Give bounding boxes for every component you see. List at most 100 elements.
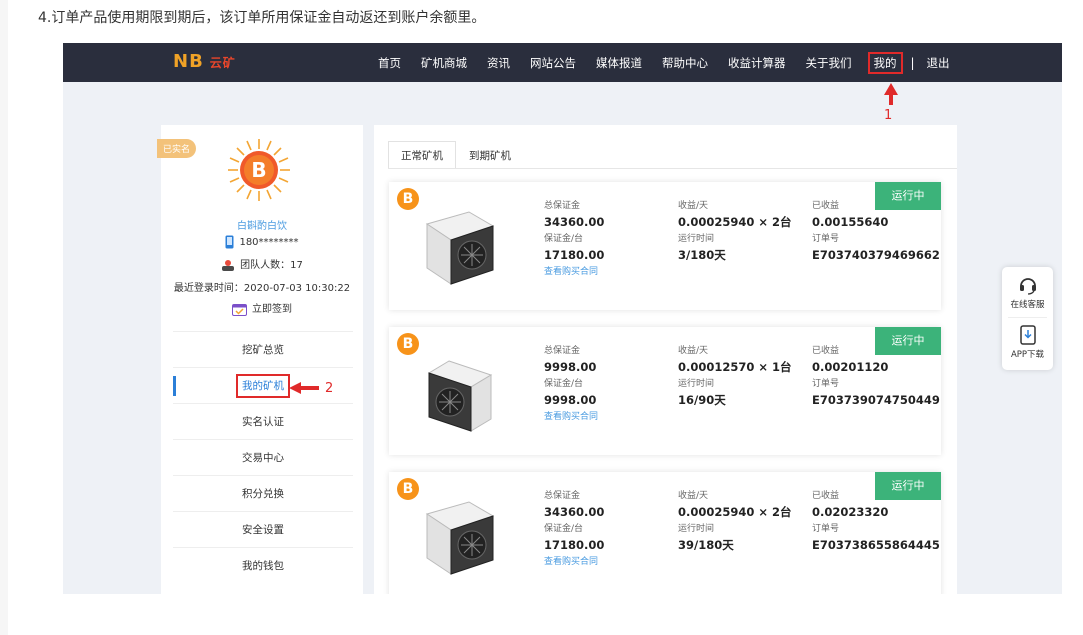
order-no-value: E703738655864445 xyxy=(812,538,940,552)
sidebar-item-label: 我的矿机 xyxy=(236,374,290,398)
order-no-label: 订单号 xyxy=(812,379,840,389)
headset-icon xyxy=(1019,278,1036,295)
daily-income-label: 收益/天 xyxy=(678,346,709,356)
sidebar-item-label: 挖矿总览 xyxy=(242,344,284,356)
sidebar-item-label: 积分兑换 xyxy=(242,488,284,500)
nav-news[interactable]: 资讯 xyxy=(483,53,514,73)
deposit-column: 总保证金 34360.00 保证金/台 17180.00 查看购买合同 xyxy=(544,200,684,278)
order-card: B 运行中 总保证金 34360.00 保证金/台 17180.00 查看购买合… xyxy=(389,182,941,310)
sidebar-item-overview[interactable]: 挖矿总览 xyxy=(173,331,353,367)
annotation-marker-1: 1 xyxy=(884,108,893,123)
run-time-value: 16/90天 xyxy=(678,393,726,407)
deposit-column: 总保证金 34360.00 保证金/台 17180.00 查看购买合同 xyxy=(544,490,684,568)
nav-announcements[interactable]: 网站公告 xyxy=(526,53,580,73)
online-service-label: 在线客服 xyxy=(1010,300,1045,310)
order-card: B 运行中 总保证金 9998.00 保证金/台 9998.00 查看购买合同 … xyxy=(389,327,941,455)
team-row: 团队人数：17 xyxy=(161,256,363,271)
earned-column: 已收益 0.00155640 订单号 E703740379469662 xyxy=(812,200,952,266)
nav-menu: 首页 矿机商城 资讯 网站公告 媒体报道 帮助中心 收益计算器 关于我们 我的 … xyxy=(368,43,960,82)
asic-miner-image xyxy=(427,360,493,432)
income-column: 收益/天 0.00025940 × 2台 运行时间 39/180天 xyxy=(678,490,818,556)
bitcoin-sun-avatar-icon: B xyxy=(228,139,290,201)
bitcoin-icon: B xyxy=(397,478,419,500)
nav-about[interactable]: 关于我们 xyxy=(802,53,856,73)
app-download-button[interactable]: APP下载 xyxy=(1002,325,1053,360)
tab-expired-miners[interactable]: 到期矿机 xyxy=(456,141,524,169)
earned-value: 0.02023320 xyxy=(812,505,889,519)
nav-logout[interactable]: 退出 xyxy=(923,53,954,73)
order-no-value: E703740379469662 xyxy=(812,248,940,262)
miner-tabs: 正常矿机 到期矿机 xyxy=(388,141,524,169)
site-logo[interactable]: NB 云矿 xyxy=(173,51,236,72)
sidebar-item-points[interactable]: 积分兑换 xyxy=(173,475,353,511)
verified-badge: 已实名 xyxy=(157,139,197,158)
total-deposit-value: 34360.00 xyxy=(544,505,605,519)
nav-media[interactable]: 媒体报道 xyxy=(592,53,646,73)
earned-value: 0.00155640 xyxy=(812,215,889,229)
online-service-button[interactable]: 在线客服 xyxy=(1002,275,1053,310)
top-nav: NB 云矿 首页 矿机商城 资讯 网站公告 媒体报道 帮助中心 收益计算器 关于我… xyxy=(63,43,1062,82)
nav-home[interactable]: 首页 xyxy=(374,53,405,73)
total-deposit-label: 总保证金 xyxy=(544,346,581,356)
phone-icon xyxy=(225,235,234,249)
total-deposit-label: 总保证金 xyxy=(544,201,581,211)
income-column: 收益/天 0.00025940 × 2台 运行时间 3/180天 xyxy=(678,200,818,266)
deposit-per-unit-value: 9998.00 xyxy=(544,393,597,407)
run-time-value: 39/180天 xyxy=(678,538,734,552)
deposit-per-unit-value: 17180.00 xyxy=(544,248,605,262)
daily-income-label: 收益/天 xyxy=(678,491,709,501)
total-deposit-label: 总保证金 xyxy=(544,491,581,501)
team-count: 团队人数：17 xyxy=(240,260,303,271)
run-time-value: 3/180天 xyxy=(678,248,726,262)
earned-value: 0.00201120 xyxy=(812,360,889,374)
tab-normal-miners[interactable]: 正常矿机 xyxy=(388,141,456,169)
sidebar-item-label: 安全设置 xyxy=(242,524,284,536)
logo-main: NB xyxy=(173,51,204,72)
order-no-label: 订单号 xyxy=(812,234,840,244)
last-login: 最近登录时间：2020-07-03 10:30:22 xyxy=(173,283,351,294)
user-name: 白斟酌白饮 xyxy=(237,221,287,232)
sidebar-item-trade[interactable]: 交易中心 xyxy=(173,439,353,475)
sidebar-item-label: 我的钱包 xyxy=(242,560,284,572)
view-contract-link[interactable]: 查看购买合同 xyxy=(544,556,684,568)
page-left-strip xyxy=(0,0,8,635)
view-contract-link[interactable]: 查看购买合同 xyxy=(544,411,684,423)
app-download-label: APP下载 xyxy=(1010,350,1045,360)
instruction-caption: 4.订单产品使用期限到期后，该订单所用保证金自动返还到账户余额里。 xyxy=(38,10,486,26)
floating-service-widget: 在线客服 APP下载 xyxy=(1002,267,1053,370)
annotation-marker-2: 2 xyxy=(325,381,334,396)
website-screenshot: NB 云矿 首页 矿机商城 资讯 网站公告 媒体报道 帮助中心 收益计算器 关于我… xyxy=(63,43,1062,594)
deposit-column: 总保证金 9998.00 保证金/台 9998.00 查看购买合同 xyxy=(544,345,684,423)
order-no-value: E703739074750449 xyxy=(812,393,940,407)
sidebar-item-verification[interactable]: 实名认证 xyxy=(173,403,353,439)
run-time-label: 运行时间 xyxy=(678,524,715,534)
svg-text:B: B xyxy=(251,158,266,182)
nav-miner-shop[interactable]: 矿机商城 xyxy=(417,53,471,73)
tab-divider xyxy=(388,168,957,169)
miners-panel: 正常矿机 到期矿机 B 运行中 总保证金 34360.00 保证金/台 1718… xyxy=(374,125,957,594)
daily-income-value: 0.00012570 × 1台 xyxy=(678,360,792,374)
view-contract-link[interactable]: 查看购买合同 xyxy=(544,266,684,278)
earned-label: 已收益 xyxy=(812,201,840,211)
earned-label: 已收益 xyxy=(812,346,840,356)
nav-calculator[interactable]: 收益计算器 xyxy=(724,53,790,73)
annotation-arrow-left-icon xyxy=(289,382,319,394)
checkin-button[interactable]: 立即签到 xyxy=(252,304,292,315)
order-card: B 运行中 总保证金 34360.00 保证金/台 17180.00 查看购买合… xyxy=(389,472,941,594)
deposit-per-unit-label: 保证金/台 xyxy=(544,524,584,534)
daily-income-value: 0.00025940 × 2台 xyxy=(678,505,792,519)
nav-help[interactable]: 帮助中心 xyxy=(658,53,712,73)
sidebar-item-label: 交易中心 xyxy=(242,452,284,464)
active-indicator xyxy=(173,376,176,396)
nav-mine[interactable]: 我的 xyxy=(867,51,903,74)
sidebar-item-security[interactable]: 安全设置 xyxy=(173,511,353,547)
total-deposit-value: 9998.00 xyxy=(544,360,597,374)
nav-separator: | xyxy=(910,55,915,70)
sidebar-menu: 挖矿总览 我的矿机 实名认证 交易中心 积分兑换 安全设置 我的钱包 xyxy=(173,331,353,583)
checkin-row[interactable]: 立即签到 xyxy=(161,300,363,316)
total-deposit-value: 34360.00 xyxy=(544,215,605,229)
bitcoin-icon: B xyxy=(397,333,419,355)
sidebar-item-wallet[interactable]: 我的钱包 xyxy=(173,547,353,583)
team-icon xyxy=(222,260,235,271)
calendar-check-icon xyxy=(232,303,247,316)
